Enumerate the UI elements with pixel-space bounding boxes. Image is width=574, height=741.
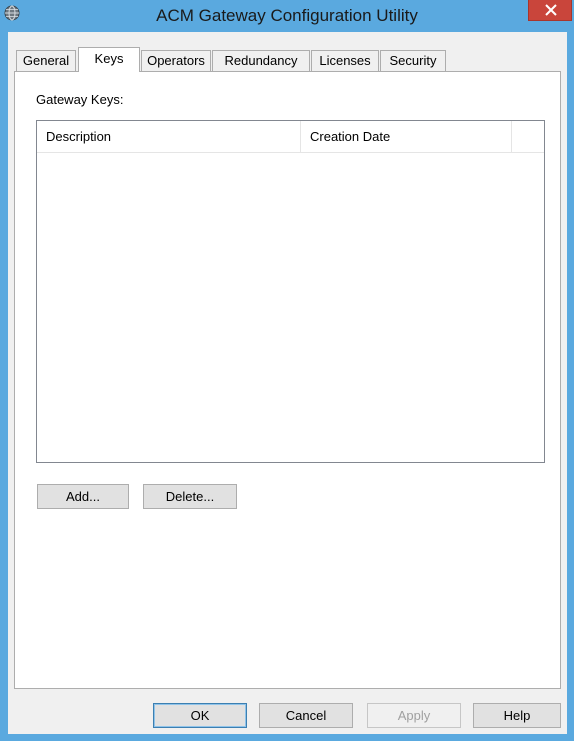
ok-button[interactable]: OK	[153, 703, 247, 728]
gateway-keys-label: Gateway Keys:	[36, 92, 124, 107]
delete-key-button[interactable]: Delete...	[143, 484, 237, 509]
dialog-client-area: General Keys Operators Redundancy Licens…	[8, 32, 567, 734]
cancel-button[interactable]: Cancel	[259, 703, 353, 728]
window-title: ACM Gateway Configuration Utility	[156, 6, 418, 25]
list-header: Description Creation Date	[37, 121, 544, 153]
add-key-button[interactable]: Add...	[37, 484, 129, 509]
help-button[interactable]: Help	[473, 703, 561, 728]
close-icon	[545, 4, 557, 16]
title-bar[interactable]: ACM Gateway Configuration Utility	[0, 0, 574, 32]
column-header-creation-date[interactable]: Creation Date	[301, 121, 512, 152]
column-header-description[interactable]: Description	[37, 121, 301, 152]
keys-tab-panel: Gateway Keys: Description Creation Date …	[14, 71, 561, 689]
apply-button[interactable]: Apply	[367, 703, 461, 728]
tab-general[interactable]: General	[16, 50, 76, 71]
close-button[interactable]	[528, 0, 572, 21]
gateway-keys-list[interactable]: Description Creation Date	[36, 120, 545, 463]
tab-security[interactable]: Security	[380, 50, 446, 71]
tab-operators[interactable]: Operators	[141, 50, 211, 71]
tab-keys[interactable]: Keys	[78, 47, 140, 72]
tab-licenses[interactable]: Licenses	[311, 50, 379, 71]
tab-redundancy[interactable]: Redundancy	[212, 50, 310, 71]
app-window: ACM Gateway Configuration Utility Genera…	[0, 0, 574, 741]
